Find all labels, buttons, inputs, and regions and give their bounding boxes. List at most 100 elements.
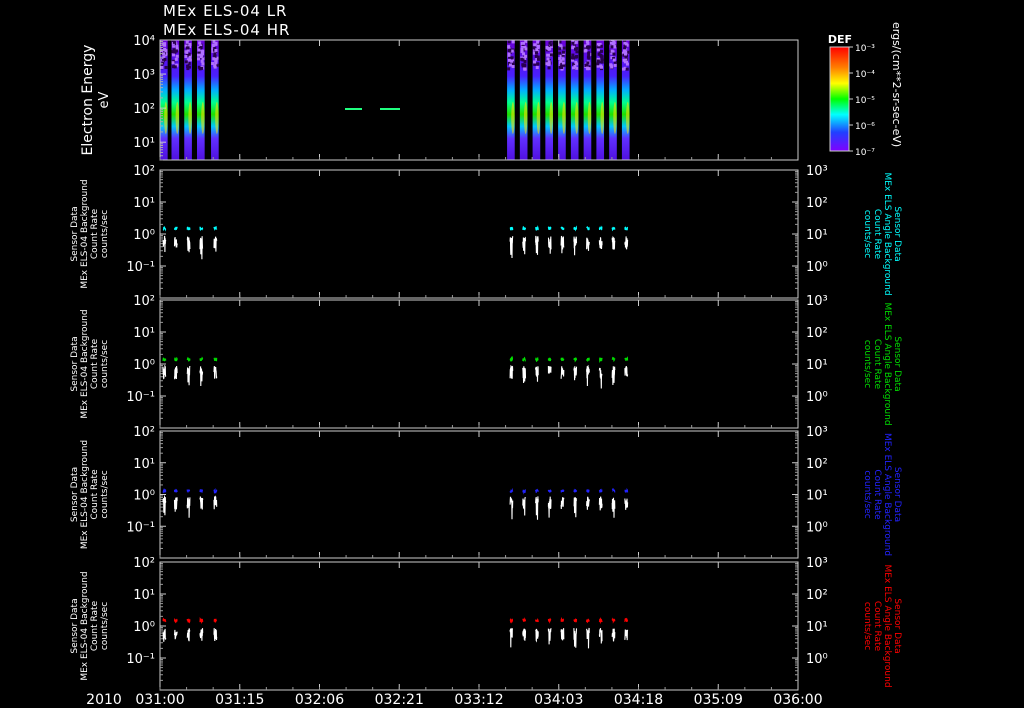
spectrogram-noise: [575, 50, 579, 54]
panel-frame: [159, 299, 799, 429]
background-count-line: [547, 236, 552, 254]
spectrogram-y-tick-label: 10²: [133, 102, 155, 117]
spectrogram-peak: [600, 102, 604, 134]
spectrogram-noise: [188, 42, 192, 46]
background-count-line: [522, 366, 527, 384]
spectrogram-y-label-text: Electron Energy: [80, 45, 96, 156]
spectrogram-segment: [519, 40, 528, 160]
background-count-line: [522, 497, 526, 516]
right-y-tick-label: 10¹: [806, 358, 828, 373]
spectrogram-noise: [612, 58, 616, 62]
spectrogram-noise: [201, 62, 205, 66]
spectrogram-segment: [507, 40, 515, 160]
spectrogram-segment: [596, 40, 605, 160]
spectrogram-y-tick-label: 10³: [133, 68, 155, 83]
angle-background-line: [173, 226, 178, 231]
spectrogram-noise: [558, 51, 562, 55]
angle-background-line: [573, 618, 578, 623]
spectrogram-noise: [546, 57, 550, 61]
x-tick-label: 036:00: [773, 692, 822, 708]
angle-background-line: [560, 357, 565, 362]
panel-left-label-line: Count Rate: [90, 208, 100, 259]
left-y-tick-label: 10²: [133, 164, 155, 179]
spectrogram-noise: [533, 43, 537, 47]
angle-background-line: [199, 489, 204, 494]
panel-left-label: Sensor Data MEx ELS-04 Background Count Ra…: [70, 440, 110, 549]
panel-right-label-line: counts/sec: [862, 602, 872, 650]
angle-background-line: [611, 226, 616, 232]
background-count-line: [598, 496, 603, 511]
x-tick-label: 031:15: [215, 692, 264, 708]
panel-frame: [159, 430, 799, 559]
spectrogram-noise: [507, 58, 511, 62]
x-year-label: 2010: [86, 692, 122, 708]
angle-background-line: [598, 356, 603, 364]
background-count-line: [199, 628, 204, 641]
spectrogram-peak: [164, 102, 168, 134]
spectrogram-peak: [188, 102, 192, 134]
right-y-tick-label: 10³: [806, 294, 828, 309]
background-count-line: [522, 628, 527, 641]
right-y-tick-label: 10²: [806, 326, 828, 341]
spectrogram-noise: [624, 55, 628, 59]
left-y-tick-label: 10⁰: [133, 489, 155, 504]
spectrogram-frame: [159, 39, 799, 161]
spectrogram-peak: [511, 102, 515, 134]
background-count-line: [573, 236, 578, 256]
panel-left-label-line: Sensor Data: [70, 206, 80, 261]
background-count-line: [186, 236, 191, 253]
spectrogram-noise: [173, 65, 177, 69]
panel-right-label-line: Sensor Data: [892, 336, 902, 391]
background-count-line: [213, 495, 218, 510]
left-y-tick-label: 10⁻¹: [126, 652, 155, 667]
right-y-tick-label: 10³: [806, 425, 828, 440]
spectrogram-noise: [163, 57, 167, 61]
background-count-line: [611, 366, 616, 386]
spectrogram-noise: [511, 65, 515, 69]
background-count-line: [547, 496, 552, 518]
background-count-line: [535, 235, 539, 255]
angle-background-line: [199, 226, 204, 232]
spectrogram-noise: [536, 44, 540, 48]
background-count-line: [573, 628, 578, 648]
background-count-line: [173, 629, 178, 640]
spectrogram-noise: [186, 65, 190, 69]
spectrogram-noise: [610, 65, 614, 69]
background-count-line: [509, 236, 514, 259]
angle-background-line: [522, 356, 526, 362]
left-y-tick-label: 10¹: [133, 196, 155, 211]
panel-left-label-line: MEx ELS-04 Background: [80, 309, 90, 418]
spectrogram-noise: [535, 48, 539, 52]
background-count-line: [560, 366, 565, 379]
angle-background-line: [573, 488, 578, 493]
spectrogram-noise: [186, 46, 190, 50]
background-count-line: [573, 366, 578, 381]
spectrogram-noise: [198, 41, 202, 45]
els-stack-plot: 10⁴ 10³ 10² 10¹ Electron Energy eV DEF10⁻³ 10⁻⁴…: [70, 22, 903, 708]
angle-background-line: [560, 226, 565, 231]
angle-background-line: [213, 225, 218, 232]
colorbar-tick-label: 10⁻⁴: [855, 70, 875, 80]
right-y-tick-label: 10¹: [806, 620, 828, 635]
panel-left-label-line: Sensor Data: [70, 467, 80, 522]
angle-background-line: [213, 357, 218, 362]
background-count-line: [186, 628, 191, 642]
spectrogram-noise: [586, 46, 590, 50]
angle-background-line: [535, 225, 539, 231]
spectrogram-noise: [561, 61, 565, 65]
background-count-line: [611, 628, 616, 642]
spectrogram-segment: [558, 40, 566, 160]
left-y-tick-label: 10⁻¹: [126, 260, 155, 275]
angle-background-line: [611, 356, 616, 362]
panel-right-label-line: Sensor Data: [892, 206, 902, 261]
background-count-line: [199, 496, 204, 510]
background-count-line: [598, 367, 603, 389]
spectrogram-noise: [586, 61, 590, 65]
spectrogram-noise: [524, 54, 528, 58]
angle-background-line: [547, 357, 552, 362]
angle-background-line: [586, 489, 590, 493]
angle-background-line: [624, 487, 629, 493]
panel-right-label-line: Count Rate: [872, 339, 882, 390]
left-y-tick-label: 10²: [133, 294, 155, 309]
colorbar-title: DEF: [828, 33, 852, 46]
